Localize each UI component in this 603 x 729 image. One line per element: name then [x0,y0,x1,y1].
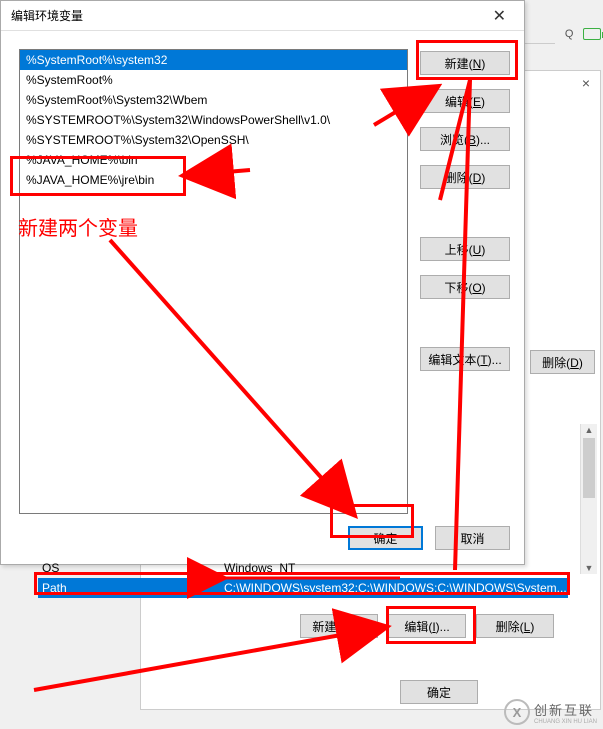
var-value: Windows_NT [220,561,568,575]
dialog-footer: 确定 取消 [1,514,524,550]
var-name: Path [38,581,220,595]
scrollbar[interactable]: ▲ ▼ [580,424,597,574]
list-item[interactable]: %SystemRoot%\system32 [20,50,407,70]
titlebar: 编辑环境变量 ✕ [1,1,524,31]
bg-delete-button[interactable]: 删除(D) [530,350,595,374]
cancel-button[interactable]: 取消 [435,526,510,550]
path-listbox[interactable]: %SystemRoot%\system32 %SystemRoot% %Syst… [19,49,408,514]
sysvar-buttons: 新建(W)... 编辑(I)... 删除(L) [300,614,554,638]
edit-button[interactable]: 编辑(E) [420,89,510,113]
battery-icon [583,28,601,40]
logo-icon: X [504,699,530,725]
delete-button[interactable]: 删除(D) [420,165,510,189]
search-icon: Q [561,28,577,40]
bg-new-button[interactable]: 新建(W)... [300,614,378,638]
list-item[interactable]: %SystemRoot%\System32\Wbem [20,90,407,110]
bg-footer: 确定 [400,680,478,704]
dialog-title: 编辑环境变量 [11,7,83,24]
table-row[interactable]: Path C:\WINDOWS\system32;C:\WINDOWS;C:\W… [38,578,568,598]
edit-env-variable-dialog: 编辑环境变量 ✕ %SystemRoot%\system32 %SystemRo… [0,0,525,565]
button-column: 新建(N) 编辑(E) 浏览(B)... 删除(D) 上移(U) 下移(O) 编… [420,49,510,514]
bg-edit-button[interactable]: 编辑(I)... [388,614,466,638]
list-item[interactable]: %SYSTEMROOT%\System32\WindowsPowerShell\… [20,110,407,130]
list-item[interactable]: %JAVA_HOME%\bin [20,150,407,170]
browse-button[interactable]: 浏览(B)... [420,127,510,151]
system-variables-table: OS Windows_NT Path C:\WINDOWS\system32;C… [38,558,568,598]
var-value: C:\WINDOWS\system32;C:\WINDOWS;C:\WINDOW… [220,581,568,595]
new-button[interactable]: 新建(N) [420,51,510,75]
list-item[interactable]: %SYSTEMROOT%\System32\OpenSSH\ [20,130,407,150]
var-name: OS [38,561,220,575]
ok-button[interactable]: 确定 [348,526,423,550]
bg-ok-button[interactable]: 确定 [400,680,478,704]
list-item[interactable]: %JAVA_HOME%\jre\bin [20,170,407,190]
move-up-button[interactable]: 上移(U) [420,237,510,261]
table-row[interactable]: OS Windows_NT [38,558,568,578]
scroll-up-icon[interactable]: ▲ [581,425,597,435]
watermark-logo: X 创新互联 CHUANG XIN HU LIAN [504,699,597,725]
bg-delete-button[interactable]: 删除(L) [476,614,554,638]
scroll-thumb[interactable] [583,438,595,498]
list-item[interactable]: %SystemRoot% [20,70,407,90]
close-button[interactable]: ✕ [485,4,514,28]
edit-text-button[interactable]: 编辑文本(T)... [420,347,510,371]
close-icon[interactable]: × [582,75,590,91]
move-down-button[interactable]: 下移(O) [420,275,510,299]
scroll-down-icon[interactable]: ▼ [581,563,597,573]
